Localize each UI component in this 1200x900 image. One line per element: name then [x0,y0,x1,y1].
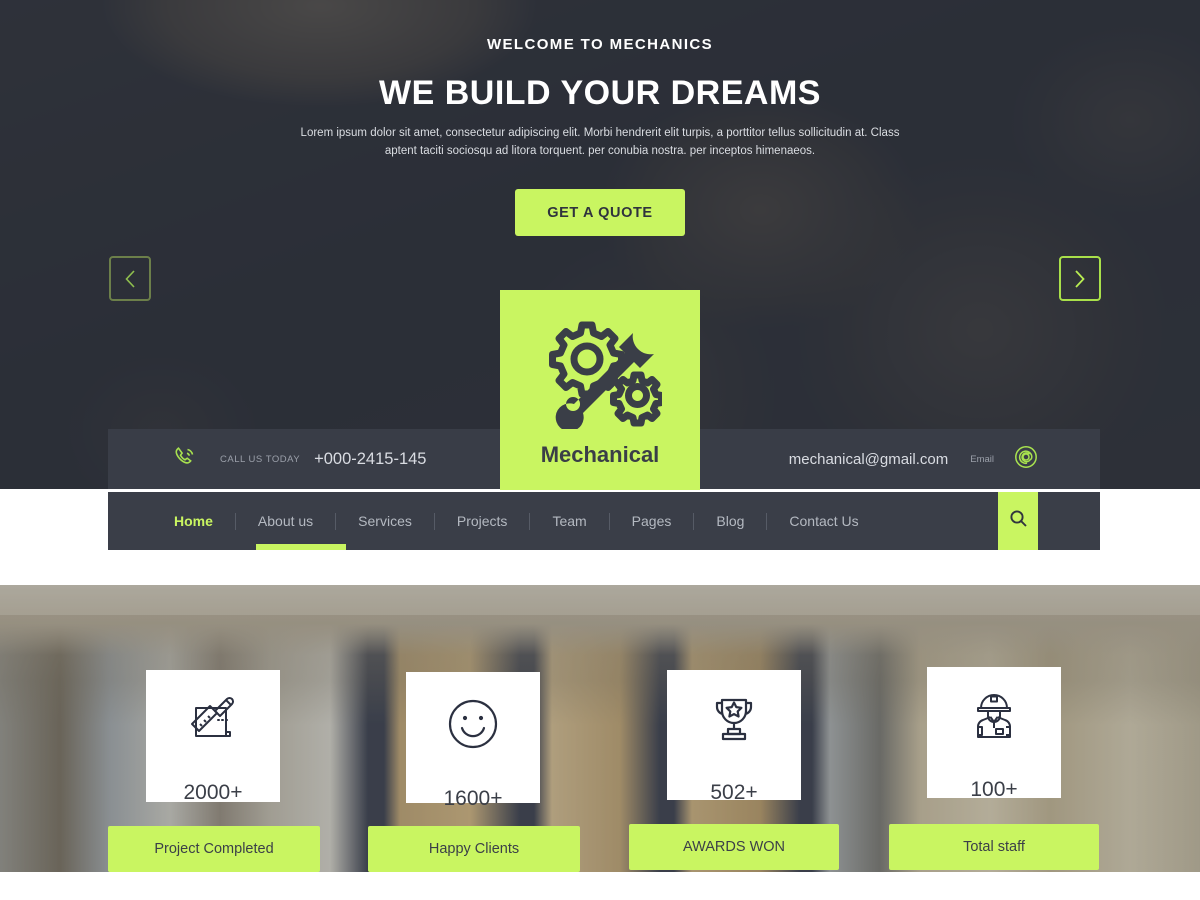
hero-eyebrow: WELCOME TO MECHANICS [486,36,714,53]
phone-icon [172,444,198,475]
active-nav-underline [256,544,346,550]
nav-item-projects[interactable]: Projects [435,492,530,550]
nav-item-services[interactable]: Services [336,492,434,550]
nav-items-list: Home About us Services Projects Team Pages Blo… [108,492,881,550]
logo-block[interactable]: Mechanical [500,290,700,490]
phone-number[interactable]: +000-2415-145 [314,450,426,469]
nav-item-contact-us[interactable]: Contact Us [767,492,880,550]
gear-wrench-icon [538,319,665,434]
nav-item-blog[interactable]: Blog [694,492,766,550]
stats-section: 2000+ Project Completed 1600+ Happy Clients… [0,585,1200,872]
nav-item-home[interactable]: Home [152,492,235,550]
stat-label: Total staff [889,824,1099,870]
stat-card: 1600+ [406,672,540,810]
trophy-icon [706,694,762,751]
hero-lead-paragraph: Lorem ipsum dolor sit amet, consectetur … [300,127,900,157]
carousel-next-button[interactable] [1059,256,1101,301]
email-label: Email [970,453,994,465]
stat-card: 2000+ [146,670,280,804]
main-navigation-bar: Home About us Services Projects Team Pages Blo… [108,492,1100,550]
stat-card: 502+ [667,670,801,804]
nav-item-pages[interactable]: Pages [610,492,694,550]
hero-headline: WE BUILD YOUR DREAMS [379,74,821,112]
logo-text: Mechanical [540,441,660,467]
chevron-right-icon [1072,268,1088,290]
search-button[interactable] [998,492,1038,550]
smiley-face-icon [445,696,501,757]
nav-item-about-us[interactable]: About us [236,492,335,550]
carousel-prev-button[interactable] [109,256,151,301]
stat-label: Happy Clients [368,826,580,872]
email-contact-group[interactable]: mechanical@gmail.com Email [789,429,1038,489]
stat-value: 502+ [710,781,758,804]
nav-item-team[interactable]: Team [530,492,608,550]
chevron-left-icon [122,268,138,290]
search-icon [1009,509,1028,533]
stat-label: Project Completed [108,826,320,872]
phone-label: CALL US TODAY [220,453,301,465]
blueprint-pencil-icon [184,694,242,751]
stat-value: 2000+ [183,781,243,804]
phone-contact-group[interactable]: CALL US TODAY +000-2415-145 [172,429,426,489]
stat-label: AWARDS WON [629,824,839,870]
email-address[interactable]: mechanical@gmail.com [789,451,948,468]
worker-helmet-icon [966,691,1022,748]
get-a-quote-button[interactable]: GET A QUOTE [515,189,685,236]
stat-card: 100+ [927,667,1061,801]
stat-value: 100+ [970,778,1018,801]
at-sign-icon [1014,445,1038,474]
stat-value: 1600+ [443,787,503,810]
